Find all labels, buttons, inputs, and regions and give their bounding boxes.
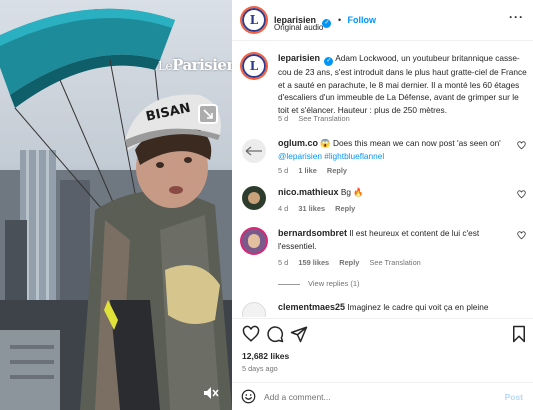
tag-people-icon[interactable] xyxy=(198,104,218,124)
smiley-icon[interactable] xyxy=(241,389,256,404)
comment-heart-icon[interactable] xyxy=(517,231,526,240)
comment-likes[interactable]: 159 likes xyxy=(298,258,329,267)
commenter-avatar[interactable] xyxy=(242,139,266,163)
add-comment-bar: Post xyxy=(232,383,533,410)
reply-button[interactable]: Reply xyxy=(339,258,359,267)
comment-text: nico.mathieux Bg 🔥 xyxy=(278,187,364,197)
posted-timestamp: 5 days ago xyxy=(242,364,278,373)
comment-meta: 4 d 31 likes Reply xyxy=(278,204,356,213)
comment-text: oglum.co 😱 Does this mean we can now pos… xyxy=(278,138,501,161)
verified-badge-icon: ✓ xyxy=(324,57,334,66)
muted-speaker-icon[interactable] xyxy=(203,386,219,400)
more-horizontal-icon[interactable]: ··· xyxy=(509,11,524,23)
reel-video[interactable]: BISAN LeParisien xyxy=(0,0,232,410)
caption-age: 5 d xyxy=(278,114,289,123)
comment-username[interactable]: bernardsombret xyxy=(278,228,347,238)
add-comment-input[interactable] xyxy=(264,389,484,404)
comments-divider xyxy=(232,318,533,319)
comment-see-translation[interactable]: See Translation xyxy=(369,258,420,267)
commenter-avatar[interactable] xyxy=(242,186,266,210)
comment-mention-links[interactable]: @leparisien #lightblueflannel xyxy=(278,151,384,161)
post-comment-button[interactable]: Post xyxy=(505,392,523,402)
post-details-panel: L leparisien ✓ • Follow Original audio ·… xyxy=(232,0,533,410)
original-audio-link[interactable]: Original audio xyxy=(274,23,323,32)
caption-meta: 5 d See Translation xyxy=(278,114,358,123)
commenter-avatar[interactable] xyxy=(242,229,266,253)
action-bar xyxy=(240,325,530,345)
comment-likes[interactable]: 31 likes xyxy=(298,204,325,213)
reply-button[interactable]: Reply xyxy=(335,204,355,213)
caption-see-translation[interactable]: See Translation xyxy=(298,114,349,123)
post-caption: leparisien ✓ Adam Lockwood, un youtubeur… xyxy=(278,52,528,116)
comment-username[interactable]: clementmaes25 xyxy=(278,302,345,312)
caption-author-avatar[interactable]: L xyxy=(242,54,266,78)
comment-item: clementmaes25 Imaginez le cadre qui voit… xyxy=(240,301,530,317)
comment-meta: 5 d 1 like Reply xyxy=(278,166,348,175)
caption-username[interactable]: leparisien xyxy=(278,53,320,63)
verified-badge-icon: ✓ xyxy=(322,19,332,28)
comment-text: bernardsombret Il est heureux et content… xyxy=(278,228,480,251)
paper-plane-icon[interactable] xyxy=(290,325,308,343)
header-separator: • xyxy=(337,15,342,25)
likes-count[interactable]: 12,682 likes xyxy=(242,351,289,361)
post-header: L leparisien ✓ • Follow Original audio ·… xyxy=(240,6,530,34)
heart-icon[interactable] xyxy=(242,325,260,343)
comment-heart-icon[interactable] xyxy=(517,190,526,199)
commenter-avatar[interactable] xyxy=(242,302,266,317)
bookmark-icon[interactable] xyxy=(510,325,528,343)
comment-heart-icon[interactable] xyxy=(517,141,526,150)
reply-button[interactable]: Reply xyxy=(327,166,347,175)
comment-username[interactable]: nico.mathieux xyxy=(278,187,339,197)
comment-likes[interactable]: 1 like xyxy=(298,166,317,175)
comment-username[interactable]: oglum.co xyxy=(278,138,318,148)
comment-bubble-icon[interactable] xyxy=(266,325,284,343)
follow-button[interactable]: Follow xyxy=(348,15,377,25)
header-divider xyxy=(232,40,533,41)
view-replies-button[interactable]: View replies (1) xyxy=(278,279,360,288)
comment-text: clementmaes25 Imaginez le cadre qui voit… xyxy=(278,302,489,317)
comment-meta: 5 d 159 likes Reply See Translation xyxy=(278,258,421,267)
le-parisien-watermark: LeParisien xyxy=(158,56,232,74)
author-avatar[interactable]: L xyxy=(242,8,266,32)
